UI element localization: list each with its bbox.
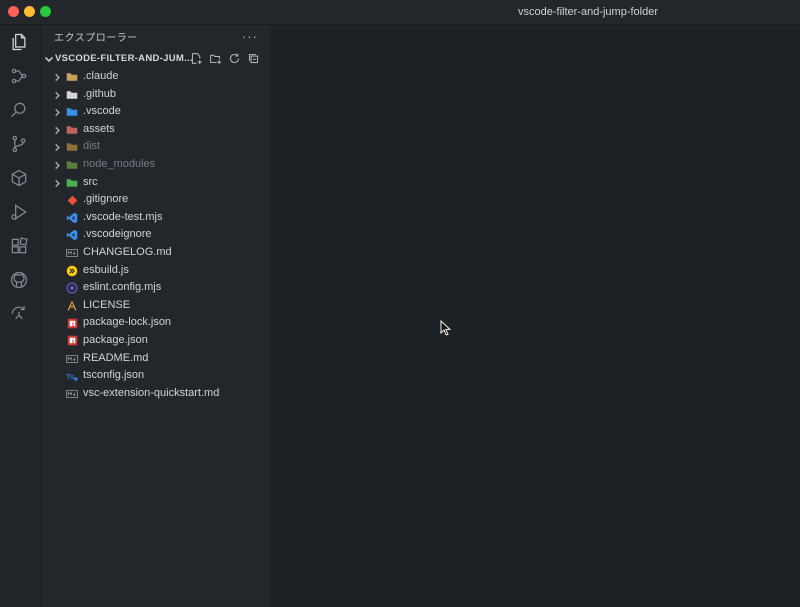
chevron-right-icon [53,71,63,82]
chevron-right-icon [53,89,63,99]
tree-item-label: node_modules [83,157,156,170]
search-icon[interactable] [8,99,30,121]
tree-item-label: .gitignore [83,193,129,206]
tree-item-label: assets [83,122,115,135]
tree-file-row[interactable]: esbuild.js [41,262,270,280]
tree-file-row[interactable]: Ts tsconfig.json [41,367,270,385]
tree-item-label: README.md [83,351,149,364]
esbuild-icon [66,265,78,277]
tree-file-row[interactable]: eslint.config.mjs [41,279,270,297]
tree-file-row[interactable]: LICENSE [41,297,270,315]
tree-file-row[interactable]: CHANGELOG.md [41,244,270,262]
tree-item-label: vsc-extension-quickstart.md [83,386,220,399]
tree-item-label: CHANGELOG.md [83,245,172,258]
tree-item-label: .github [83,87,117,100]
folder-dist-icon [66,141,78,153]
vscode-icon [66,212,78,224]
tree-folder-row[interactable]: node_modules [41,156,270,174]
license-icon [66,300,78,312]
editor-area[interactable] [271,25,800,607]
file-tree: .claude .github .vscode assets dist node_modu… [41,68,270,402]
git-icon [66,194,78,206]
folder-github-icon [66,89,78,101]
markdown-icon [66,388,78,400]
new-file-icon[interactable] [189,51,204,66]
tree-file-row[interactable]: package-lock.json [41,314,270,332]
explorer-title: エクスプローラー [54,33,138,44]
workspace-section-header[interactable]: VSCODE-FILTER-AND-JUM... [41,49,270,69]
vscode-icon [66,229,78,241]
activity-bar [0,25,41,607]
refresh-icon[interactable] [227,51,242,66]
tree-folder-row[interactable]: .github [41,86,270,104]
more-actions-button[interactable]: ··· [242,29,258,49]
folder-assets-icon [66,124,78,136]
npm-icon [66,335,78,347]
chevron-right-icon [53,141,63,152]
title-bar: vscode-filter-and-jump-folder [0,0,800,25]
window-title: vscode-filter-and-jump-folder [518,6,658,18]
new-folder-icon[interactable] [208,51,223,66]
tree-item-label: esbuild.js [83,263,129,276]
tree-file-row[interactable]: .vscodeignore [41,226,270,244]
tree-file-row[interactable]: package.json [41,332,270,350]
tree-item-label: LICENSE [83,298,131,311]
tree-item-label: .vscode-test.mjs [83,210,163,223]
tree-folder-row[interactable]: assets [41,121,270,139]
markdown-icon [66,247,78,259]
close-window-button[interactable] [8,6,19,17]
chevron-right-icon [53,177,63,187]
cube-icon[interactable] [8,167,30,189]
tree-file-row[interactable]: README.md [41,350,270,368]
tree-file-row[interactable]: vsc-extension-quickstart.md [41,385,270,403]
tree-file-row[interactable]: .vscode-test.mjs [41,209,270,227]
github-icon[interactable] [8,269,30,291]
collapse-all-icon[interactable] [246,51,261,66]
tree-item-label: .claude [83,70,119,82]
tree-item-label: eslint.config.mjs [83,281,162,294]
svg-text:Ts: Ts [66,372,74,381]
git-branch-icon[interactable] [8,133,30,155]
source-control-graph-icon[interactable] [8,65,30,87]
tree-folder-row[interactable]: dist [41,138,270,156]
minimize-window-button[interactable] [24,6,35,17]
tree-folder-row[interactable]: src [41,174,270,192]
explorer-toolbar [189,51,261,66]
folder-node-icon [66,159,78,171]
tree-item-label: tsconfig.json [83,369,145,382]
workspace-folder-title: VSCODE-FILTER-AND-JUM... [55,53,193,64]
tree-item-label: package-lock.json [83,316,172,329]
tree-item-label: .vscodeignore [83,228,152,241]
folder-src-icon [66,177,78,189]
eslint-icon [66,282,78,294]
maximize-window-button[interactable] [40,6,51,17]
npm-icon [66,317,78,329]
tsconfig-icon: Ts [66,370,78,382]
remote-explorer-icon[interactable] [8,301,30,323]
tree-item-label: src [83,175,98,188]
tree-folder-row[interactable]: .vscode [41,103,270,121]
tree-folder-row[interactable]: .claude [41,68,270,86]
explorer-sidebar: エクスプローラー ··· VSCODE-FILTER-AND-JUM... .c… [41,25,270,607]
tree-item-label: dist [83,140,101,153]
extensions-icon[interactable] [8,235,30,257]
folder-claude-icon [66,71,78,83]
markdown-icon [66,353,78,365]
run-debug-icon[interactable] [8,201,30,223]
explorer-files-icon[interactable] [8,31,30,53]
chevron-right-icon [53,106,63,117]
tree-file-row[interactable]: .gitignore [41,191,270,209]
tree-item-label: .vscode [83,105,121,118]
folder-vscode-icon [66,106,78,118]
chevron-right-icon [53,159,63,170]
tree-item-label: package.json [83,333,148,346]
vscode-window: vscode-filter-and-jump-folder エクスプローラー ·… [0,0,800,607]
chevron-right-icon [53,124,63,134]
mouse-cursor-icon [440,319,452,336]
